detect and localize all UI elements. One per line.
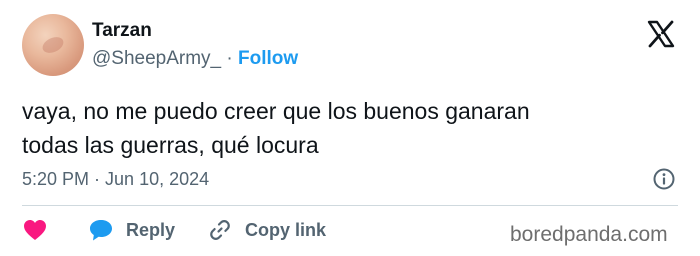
divider	[22, 205, 678, 206]
tweet-timestamp[interactable]: 5:20 PM · Jun 10, 2024	[22, 167, 209, 191]
tweet-text-line-2: todas las guerras, qué locura	[22, 132, 319, 158]
meta-separator: ·	[89, 169, 106, 189]
reply-label: Reply	[126, 219, 176, 240]
heart-icon	[22, 217, 48, 243]
watermark: boredpanda.com	[510, 223, 668, 246]
tweet-time: 5:20 PM	[22, 169, 90, 189]
handle-separator: ·	[221, 48, 239, 69]
reply-button[interactable]: Reply	[88, 217, 175, 243]
action-bar: Reply Copy link	[22, 217, 326, 243]
avatar[interactable]	[22, 14, 84, 76]
author-handle[interactable]: @SheepArmy_	[92, 48, 221, 69]
follow-button[interactable]: Follow	[238, 48, 298, 69]
author-handle-row: @SheepArmy_ · Follow	[92, 47, 298, 71]
copy-link-button[interactable]: Copy link	[207, 217, 326, 243]
tweet-card: Tarzan @SheepArmy_ · Follow vaya, no me …	[0, 0, 700, 256]
tweet-text-line-1: vaya, no me puedo creer que los buenos g…	[22, 98, 530, 124]
reply-bubble-icon	[88, 217, 114, 243]
author-name[interactable]: Tarzan	[92, 19, 152, 43]
info-icon[interactable]	[652, 167, 676, 191]
tweet-date: Jun 10, 2024	[105, 169, 210, 189]
tweet-text: vaya, no me puedo creer que los buenos g…	[22, 94, 682, 162]
like-button[interactable]	[22, 217, 48, 243]
copy-link-label: Copy link	[245, 219, 327, 240]
link-icon	[207, 217, 233, 243]
x-logo-icon[interactable]	[646, 20, 676, 48]
